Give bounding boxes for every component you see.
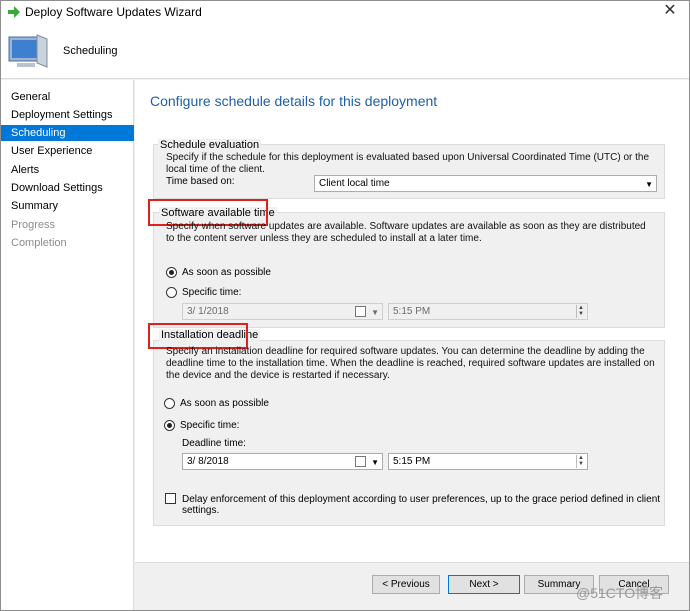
time-based-label: Time based on:	[166, 176, 235, 187]
sidebar-item-user-experience[interactable]: User Experience	[1, 143, 134, 159]
available-time-stepper: 5:15 PM ▲ ▼	[388, 303, 588, 320]
deadline-description: Specify an installation deadline for req…	[166, 346, 655, 381]
sidebar-item-progress: Progress	[11, 219, 56, 231]
schedule-evaluation-description: Specify if the schedule for this deploym…	[166, 152, 650, 175]
chevron-down-icon: ▼	[371, 308, 379, 317]
header-title: Scheduling	[63, 45, 118, 57]
sidebar-item-completion: Completion	[11, 237, 67, 249]
deadline-time-stepper[interactable]: 5:15 PM ▲ ▼	[388, 453, 588, 470]
spin-arrows-icon: ▲ ▼	[576, 305, 585, 318]
available-asap-label: As soon as possible	[182, 267, 271, 278]
deadline-date-picker[interactable]: 3/ 8/2018 ▼	[182, 453, 383, 470]
deadline-asap-label: As soon as possible	[180, 398, 269, 409]
window-title: Deploy Software Updates Wizard	[25, 5, 202, 19]
page-title: Configure schedule details for this depl…	[150, 93, 438, 109]
deadline-asap-radio[interactable]	[164, 398, 175, 409]
calendar-icon[interactable]	[355, 456, 366, 467]
deadline-specific-radio[interactable]	[164, 420, 175, 431]
schedule-evaluation-label: Schedule evaluation	[158, 139, 262, 151]
deadline-time-label: Deadline time:	[182, 438, 246, 449]
calendar-icon	[355, 306, 366, 317]
available-specific-radio[interactable]	[166, 287, 177, 298]
next-button[interactable]: Next >	[448, 575, 520, 594]
deadline-time-value: 5:15 PM	[393, 456, 431, 467]
watermark: @51CTO博客	[576, 585, 664, 601]
available-date-picker: 3/ 1/2018 ▼	[182, 303, 383, 320]
time-based-value: Client local time	[319, 178, 390, 189]
sidebar-item-summary[interactable]: Summary	[1, 198, 134, 214]
previous-button[interactable]: < Previous	[372, 575, 440, 594]
sidebar-item-general[interactable]: General	[1, 89, 134, 105]
sidebar-item-download-settings[interactable]: Download Settings	[1, 180, 134, 196]
sidebar-item-deployment-settings[interactable]: Deployment Settings	[1, 107, 134, 123]
delay-enforcement-label: Delay enforcement of this deployment acc…	[182, 494, 661, 516]
sidebar-item-scheduling[interactable]: Scheduling	[1, 125, 134, 141]
time-based-select[interactable]: Client local time ▼	[314, 175, 657, 192]
computer-icon	[8, 34, 48, 68]
chevron-down-icon: ▼	[645, 180, 653, 189]
available-time-description: Specify when software updates are availa…	[166, 221, 646, 244]
wizard-header: Scheduling	[1, 23, 689, 79]
spin-arrows-icon[interactable]: ▲ ▼	[576, 455, 585, 468]
available-time-value: 5:15 PM	[393, 306, 431, 317]
wizard-window: Deploy Software Updates Wizard ✕ Schedul…	[0, 0, 690, 611]
green-arrow-icon	[8, 6, 20, 18]
close-button[interactable]: ✕	[657, 1, 683, 23]
sidebar-item-alerts[interactable]: Alerts	[1, 162, 134, 178]
available-specific-label: Specific time:	[182, 287, 242, 298]
footer-divider	[135, 562, 689, 563]
title-bar: Deploy Software Updates Wizard ✕	[1, 1, 689, 23]
deadline-specific-label: Specific time:	[180, 420, 240, 431]
deadline-date-value: 3/ 8/2018	[187, 456, 229, 467]
available-asap-radio[interactable]	[166, 267, 177, 278]
delay-enforcement-checkbox[interactable]	[165, 493, 176, 504]
sidebar: General Deployment Settings Scheduling U…	[1, 80, 134, 610]
chevron-down-icon[interactable]: ▼	[371, 455, 379, 470]
available-date-value: 3/ 1/2018	[187, 306, 229, 317]
